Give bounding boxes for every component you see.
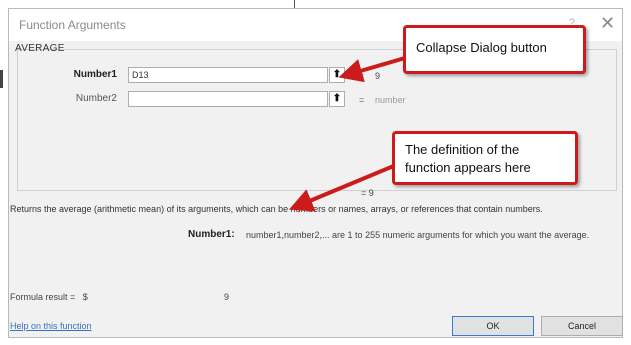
definition-callout: The definition of the function appears h…: [392, 131, 578, 185]
collapse-arrow: [338, 56, 406, 83]
definition-arrow: [288, 163, 397, 212]
collapse-callout: Collapse Dialog button: [403, 25, 586, 74]
